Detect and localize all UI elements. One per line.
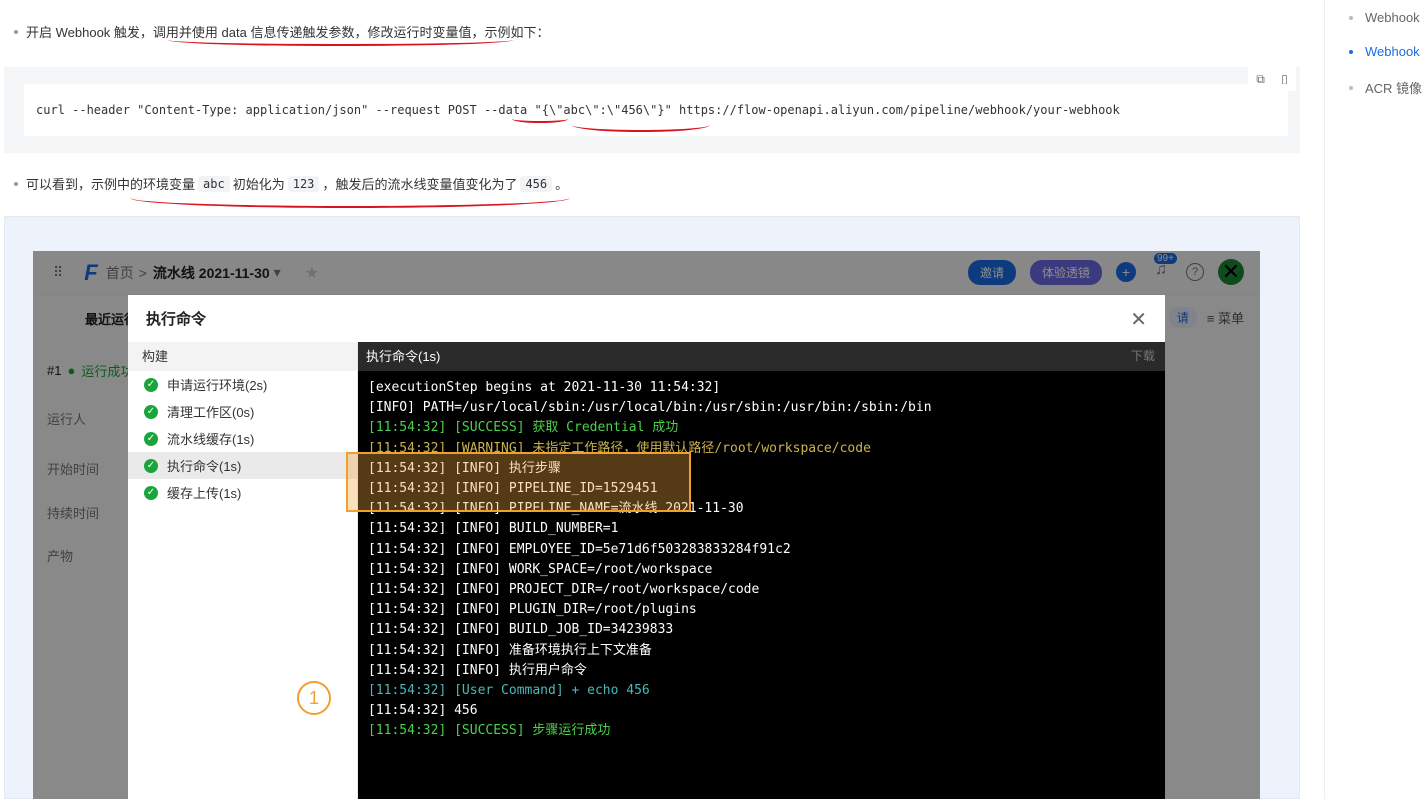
paragraph-text-f: 。 [555,177,569,192]
check-circle-icon: ✓ [144,377,158,392]
bullet-dot [14,29,18,34]
step-label: 执行命令(1s) [167,459,242,474]
red-underline [130,188,570,208]
highlight-box [346,452,691,512]
log-line: [11:54:32] [SUCCESS] 获取 Credential 成功 [368,420,679,436]
paragraph-text-a: 开启 Webhook 触发， [26,25,153,40]
log-line: [11:54:32] [INFO] EMPLOYEE_ID=5e71d6f503… [368,541,791,557]
app-window: ⠿ F 首页 > 流水线 2021-11-30 ▾ ★ 邀请 体验透镜 + ♫ 9… [33,251,1260,799]
log-line: [11:54:32] [INFO] 准备环境执行上下文准备 [368,642,652,658]
download-button[interactable]: 下载 [1131,342,1155,371]
log-line: [11:54:32] [User Command] + echo 456 [368,683,650,699]
code-text-pre: curl --header "Content-Type: application… [36,103,484,117]
toc-item[interactable]: Webhook [1349,10,1420,25]
toc-dot [1349,49,1353,54]
check-circle-icon: ✓ [144,431,158,446]
check-circle-icon: ✓ [144,458,158,473]
red-underline [168,34,513,46]
step-item[interactable]: ✓ 缓存上传(1s) [128,479,357,506]
inline-code-new: 456 [520,175,553,192]
paragraph-text-b: 示例中的环境变量 [91,177,196,192]
table-of-contents: Webhook Webhook ACR 镜像 [1324,0,1426,799]
toc-item-active[interactable]: Webhook [1349,44,1420,59]
close-icon[interactable]: ✕ [1130,307,1147,332]
log-line: [11:54:32] [SUCCESS] 步骤运行成功 [368,723,611,739]
log-line: [11:54:32] 456 [368,703,478,719]
step-item[interactable]: ✓ 申请运行环境(2s) [128,371,357,398]
red-underline [512,115,568,123]
modal-title: 执行命令 [146,311,207,328]
step-list: 构建 ✓ 申请运行环境(2s) ✓ 清理工作区(0s) ✓ 流水线缓存(1s) ✓ 执行… [128,342,358,799]
step-label: 清理工作区(0s) [167,405,255,420]
step-item-active[interactable]: ✓ 执行命令(1s) [128,452,357,479]
modal-header: 执行命令 ✕ [128,295,1165,342]
check-circle-icon: ✓ [144,485,158,500]
code-text-post: https://flow-openapi.aliyun.com/pipeline… [671,103,1120,117]
log-title: 执行命令(1s) [366,349,441,364]
log-line: [INFO] PATH=/usr/local/sbin:/usr/local/b… [368,400,932,416]
check-circle-icon: ✓ [144,404,158,419]
log-header: 执行命令(1s) 下载 [358,342,1165,371]
exec-command-modal: 执行命令 ✕ 构建 ✓ 申请运行环境(2s) ✓ 清理工作区(0s) ✓ 流水线缓存(… [128,295,1165,799]
code-data-flag: --data [483,103,528,117]
code-block: ⧉ ▯ curl --header "Content-Type: applica… [4,67,1300,153]
step-label: 流水线缓存(1s) [167,432,255,447]
toc-label: Webhook [1365,44,1420,59]
step-item[interactable]: ✓ 清理工作区(0s) [128,398,357,425]
red-underline [572,118,710,132]
log-line: [11:54:32] [INFO] 执行用户命令 [368,662,587,678]
annotation-number: 1 [297,681,331,715]
bullet-dot [14,181,18,186]
log-line: [11:54:32] [INFO] BUILD_NUMBER=1 [368,521,619,537]
toc-dot [1349,85,1353,90]
step-label: 申请运行环境(2s) [167,378,268,393]
toc-dot [1349,15,1353,20]
step-list-header: 构建 [128,342,357,371]
log-line: [executionStep begins at 2021-11-30 11:5… [368,380,721,395]
log-line: [11:54:32] [INFO] BUILD_JOB_ID=34239833 [368,622,674,638]
toc-label: ACR 镜像 [1365,81,1423,96]
log-line: [11:54:32] [INFO] WORK_SPACE=/root/works… [368,561,713,577]
log-panel: 执行命令(1s) 下载 [executionStep begins at 202… [358,342,1165,799]
log-line: [11:54:32] [INFO] PLUGIN_DIR=/root/plugi… [368,602,697,618]
toc-item[interactable]: ACR 镜像 [1349,78,1422,97]
toc-label: Webhook [1365,10,1420,25]
log-output[interactable]: [executionStep begins at 2021-11-30 11:5… [358,371,1165,742]
paragraph-text-a: 可以看到， [26,177,92,192]
log-line: [11:54:32] [INFO] PROJECT_DIR=/root/work… [368,582,760,598]
step-item[interactable]: ✓ 流水线缓存(1s) [128,425,357,452]
step-label: 缓存上传(1s) [167,486,242,501]
